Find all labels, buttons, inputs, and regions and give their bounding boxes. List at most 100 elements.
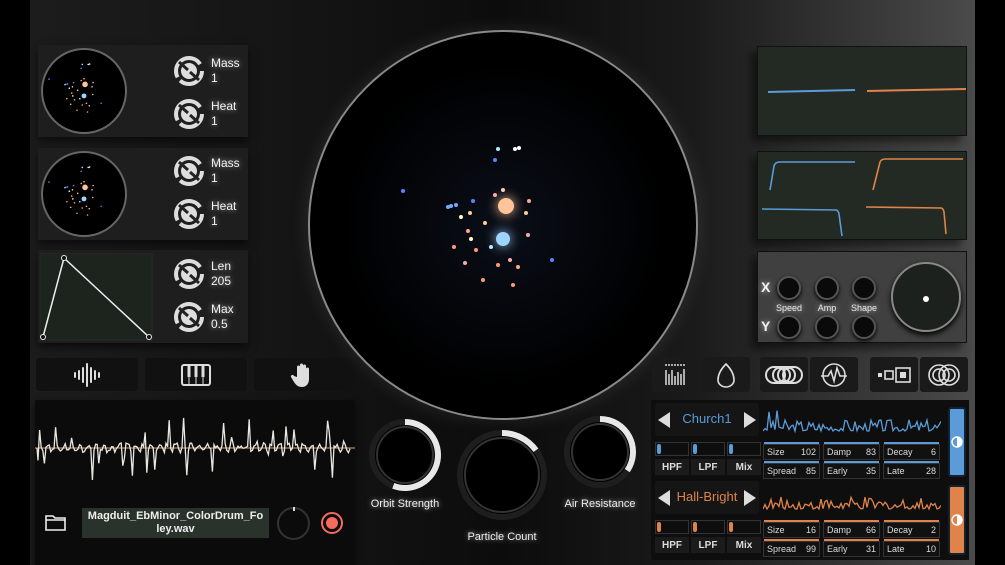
particle bbox=[70, 92, 73, 94]
particle bbox=[80, 170, 82, 173]
knob-icon[interactable] bbox=[173, 98, 205, 130]
fx-tab-pulse[interactable] bbox=[810, 357, 858, 392]
prev-preset-arrow[interactable] bbox=[658, 412, 670, 428]
preset-selector[interactable]: Hall-Bright bbox=[655, 481, 759, 514]
xy-panel: X Y Speed Amp Shape bbox=[757, 251, 967, 343]
particle bbox=[88, 63, 91, 65]
particle bbox=[493, 158, 497, 162]
param-label: Early bbox=[827, 466, 848, 476]
particle bbox=[85, 205, 88, 208]
particle bbox=[68, 87, 71, 89]
param-late[interactable]: Late 28 bbox=[883, 461, 940, 479]
hpf-label: HPF bbox=[655, 537, 689, 553]
mass-knob[interactable]: Mass 1 bbox=[173, 155, 240, 187]
particle-panel-1: Mass 1 Heat 1 bbox=[38, 45, 248, 137]
knob-icon[interactable] bbox=[173, 198, 205, 230]
fx-tab-rings[interactable] bbox=[760, 357, 808, 392]
knob-icon[interactable] bbox=[173, 258, 205, 290]
particle bbox=[481, 278, 485, 282]
mix-slider[interactable] bbox=[727, 442, 761, 456]
envelope-panel: Len 205 Max 0.5 bbox=[38, 250, 248, 343]
param-size[interactable]: Size 102 bbox=[763, 442, 820, 460]
preset-name: Church1 bbox=[682, 411, 732, 426]
particle bbox=[496, 147, 500, 151]
pulse-icon bbox=[821, 362, 847, 387]
waveform-icon bbox=[74, 362, 100, 387]
lpf-slider[interactable] bbox=[691, 520, 725, 534]
y-speed-knob[interactable] bbox=[777, 315, 801, 339]
squares-icon bbox=[878, 366, 911, 383]
air-resistance-label: Air Resistance bbox=[564, 498, 636, 510]
param-damp[interactable]: Damp 83 bbox=[823, 442, 880, 460]
particle bbox=[91, 196, 94, 199]
lpf-slider[interactable] bbox=[691, 442, 725, 456]
particle bbox=[526, 233, 530, 237]
heat-knob[interactable]: Heat 1 bbox=[173, 98, 236, 130]
x-amp-knob[interactable] bbox=[815, 276, 839, 300]
mass-knob[interactable]: Mass 1 bbox=[173, 55, 240, 87]
sample-gain-knob[interactable] bbox=[277, 507, 310, 540]
fx-tab-egg[interactable] bbox=[702, 357, 750, 392]
particle bbox=[91, 86, 93, 88]
param-early[interactable]: Early 31 bbox=[823, 539, 880, 557]
knob-icon[interactable] bbox=[173, 155, 205, 187]
param-late[interactable]: Late 10 bbox=[883, 539, 940, 557]
lfo-graph-1 bbox=[757, 46, 967, 136]
particle bbox=[72, 198, 74, 200]
hpf-slider[interactable] bbox=[655, 520, 689, 534]
particle bbox=[48, 181, 50, 183]
knob-air-resistance[interactable] bbox=[564, 416, 636, 488]
prev-preset-arrow[interactable] bbox=[658, 490, 670, 506]
particle bbox=[508, 258, 512, 262]
particle bbox=[80, 182, 82, 185]
param-decay[interactable]: Decay 2 bbox=[883, 520, 940, 538]
particle bbox=[474, 248, 478, 252]
max-knob[interactable]: Max 0.5 bbox=[173, 301, 234, 333]
x-speed-knob[interactable] bbox=[777, 276, 801, 300]
param-spread[interactable]: Spread 85 bbox=[763, 461, 820, 479]
particle-simulation[interactable] bbox=[308, 30, 698, 420]
egg-icon bbox=[717, 362, 735, 388]
y-amp-knob[interactable] bbox=[815, 315, 839, 339]
knob-orbit-strength[interactable] bbox=[369, 419, 441, 491]
fx-tab-bars[interactable] bbox=[652, 357, 698, 392]
param-spread[interactable]: Spread 99 bbox=[763, 539, 820, 557]
knob-icon[interactable] bbox=[173, 55, 205, 87]
hpf-slider[interactable] bbox=[655, 442, 689, 456]
param-damp[interactable]: Damp 66 bbox=[823, 520, 880, 538]
x-shape-knob[interactable] bbox=[852, 276, 876, 300]
fx-tab-squares[interactable] bbox=[870, 357, 918, 392]
reverb-toggle-button[interactable] bbox=[948, 407, 966, 477]
next-preset-arrow[interactable] bbox=[744, 490, 756, 506]
waveform-tab[interactable] bbox=[36, 358, 138, 391]
particle bbox=[73, 98, 76, 101]
particle bbox=[81, 166, 84, 169]
len-knob[interactable]: Len 205 bbox=[173, 258, 231, 290]
next-preset-arrow[interactable] bbox=[744, 412, 756, 428]
param-size[interactable]: Size 16 bbox=[763, 520, 820, 538]
particle bbox=[69, 103, 72, 106]
particle bbox=[83, 180, 85, 183]
reverb-toggle-button[interactable] bbox=[948, 485, 966, 555]
heat-knob[interactable]: Heat 1 bbox=[173, 198, 236, 230]
knob-particle-count[interactable] bbox=[457, 430, 547, 520]
particle bbox=[81, 93, 87, 99]
mix-slider[interactable] bbox=[727, 520, 761, 534]
envelope-editor[interactable] bbox=[40, 253, 153, 341]
preset-selector[interactable]: Church1 bbox=[655, 403, 759, 436]
param-early[interactable]: Early 35 bbox=[823, 461, 880, 479]
record-icon[interactable] bbox=[321, 512, 343, 534]
xy-pad[interactable] bbox=[891, 262, 961, 332]
particle bbox=[87, 166, 89, 169]
param-label: Size bbox=[767, 447, 785, 457]
particle bbox=[87, 63, 89, 66]
y-shape-knob[interactable] bbox=[852, 315, 876, 339]
sample-waveform[interactable] bbox=[35, 400, 355, 480]
knob-icon[interactable] bbox=[173, 301, 205, 333]
fx-tab-circles[interactable] bbox=[920, 357, 968, 392]
param-decay[interactable]: Decay 6 bbox=[883, 442, 940, 460]
particle bbox=[81, 196, 87, 202]
piano-tab[interactable] bbox=[145, 358, 247, 391]
folder-icon[interactable] bbox=[45, 513, 67, 531]
particle bbox=[524, 211, 528, 215]
